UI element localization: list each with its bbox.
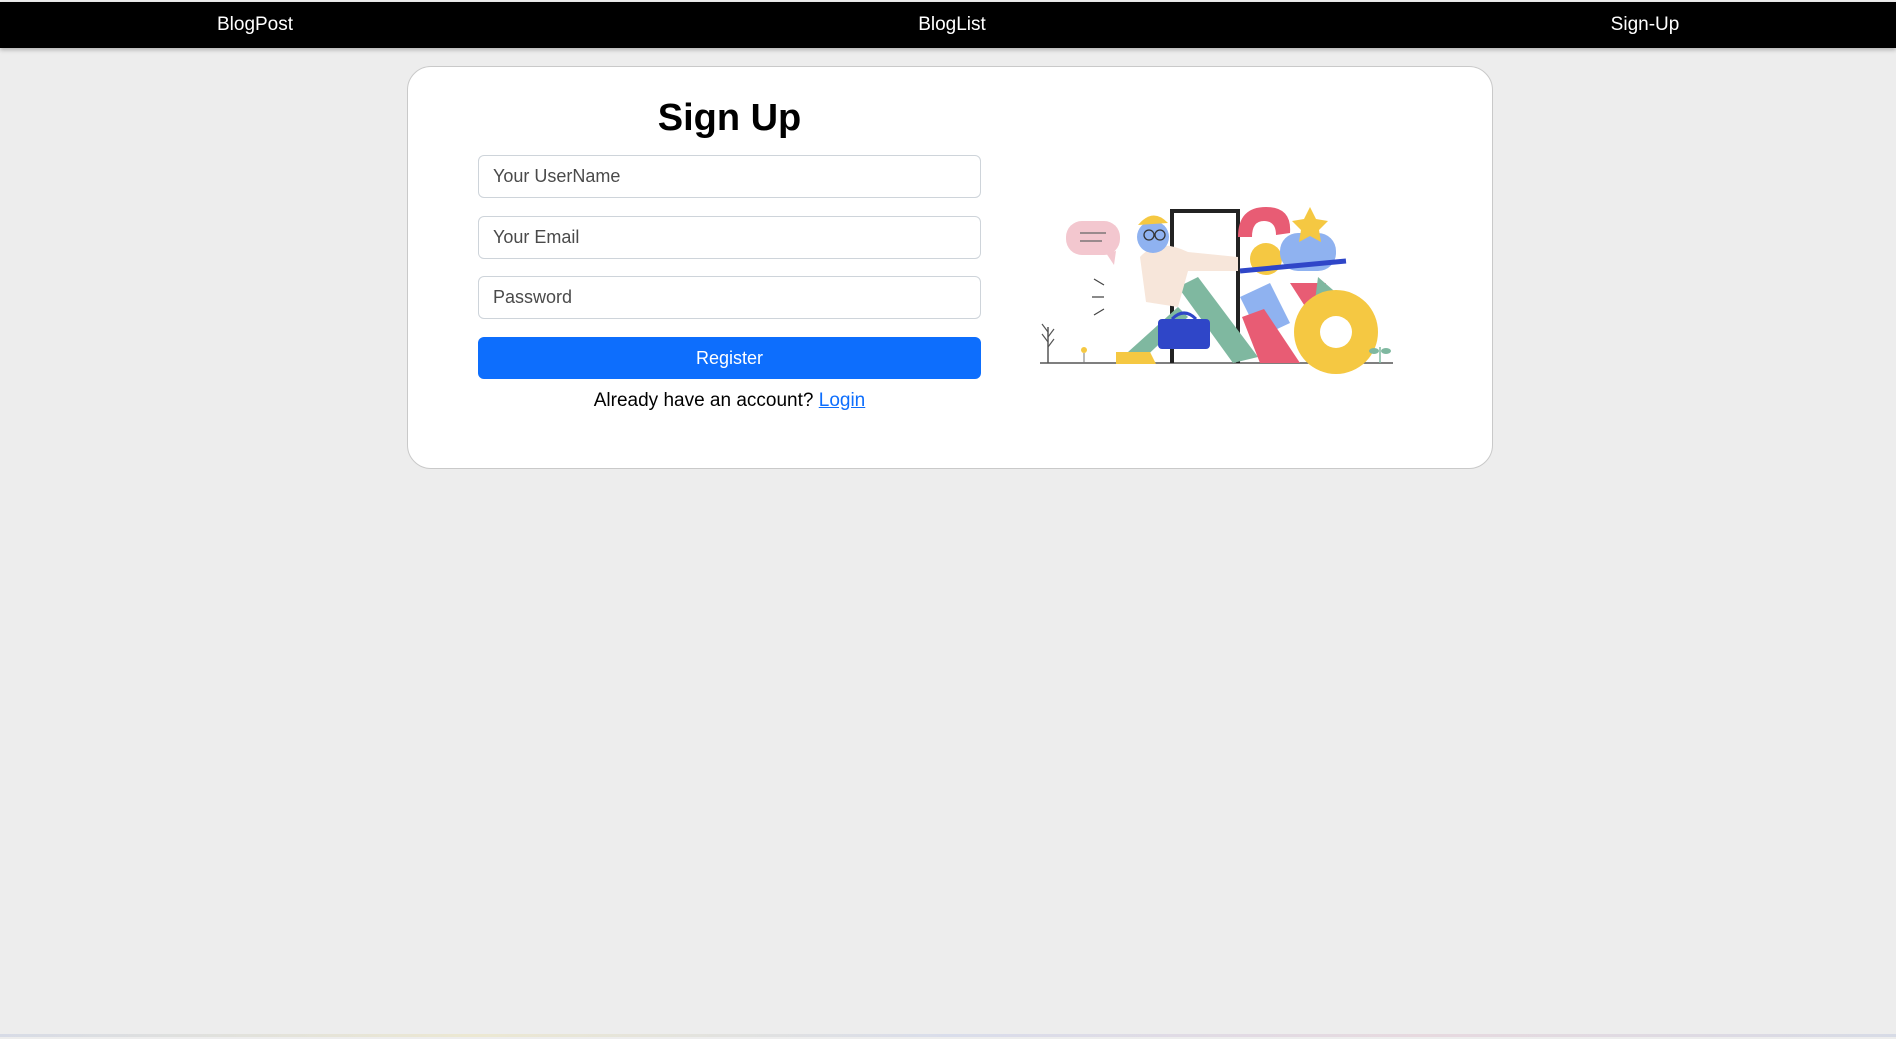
account-prompt-text: Already have an account? [593,390,814,411]
page-title: Sign Up [657,97,802,139]
signup-card: Sign Up Register Already have an account… [407,66,1493,469]
nav-brand-blogpost[interactable]: BlogPost [217,2,293,48]
register-button[interactable]: Register [478,337,981,379]
top-navbar: BlogPost BlogList Sign-Up [0,2,1896,48]
nav-link-signup[interactable]: Sign-Up [1611,2,1680,48]
signup-form: Sign Up Register Already have an account… [478,67,981,468]
password-input[interactable] [478,276,981,319]
email-input[interactable] [478,216,981,259]
login-prompt: Already have an account? Login [478,387,981,415]
username-input[interactable] [478,155,981,198]
login-link[interactable]: Login [819,390,866,411]
bottom-edge [0,1034,1896,1037]
signup-illustration [1040,207,1393,374]
nav-link-bloglist[interactable]: BlogList [918,2,986,48]
